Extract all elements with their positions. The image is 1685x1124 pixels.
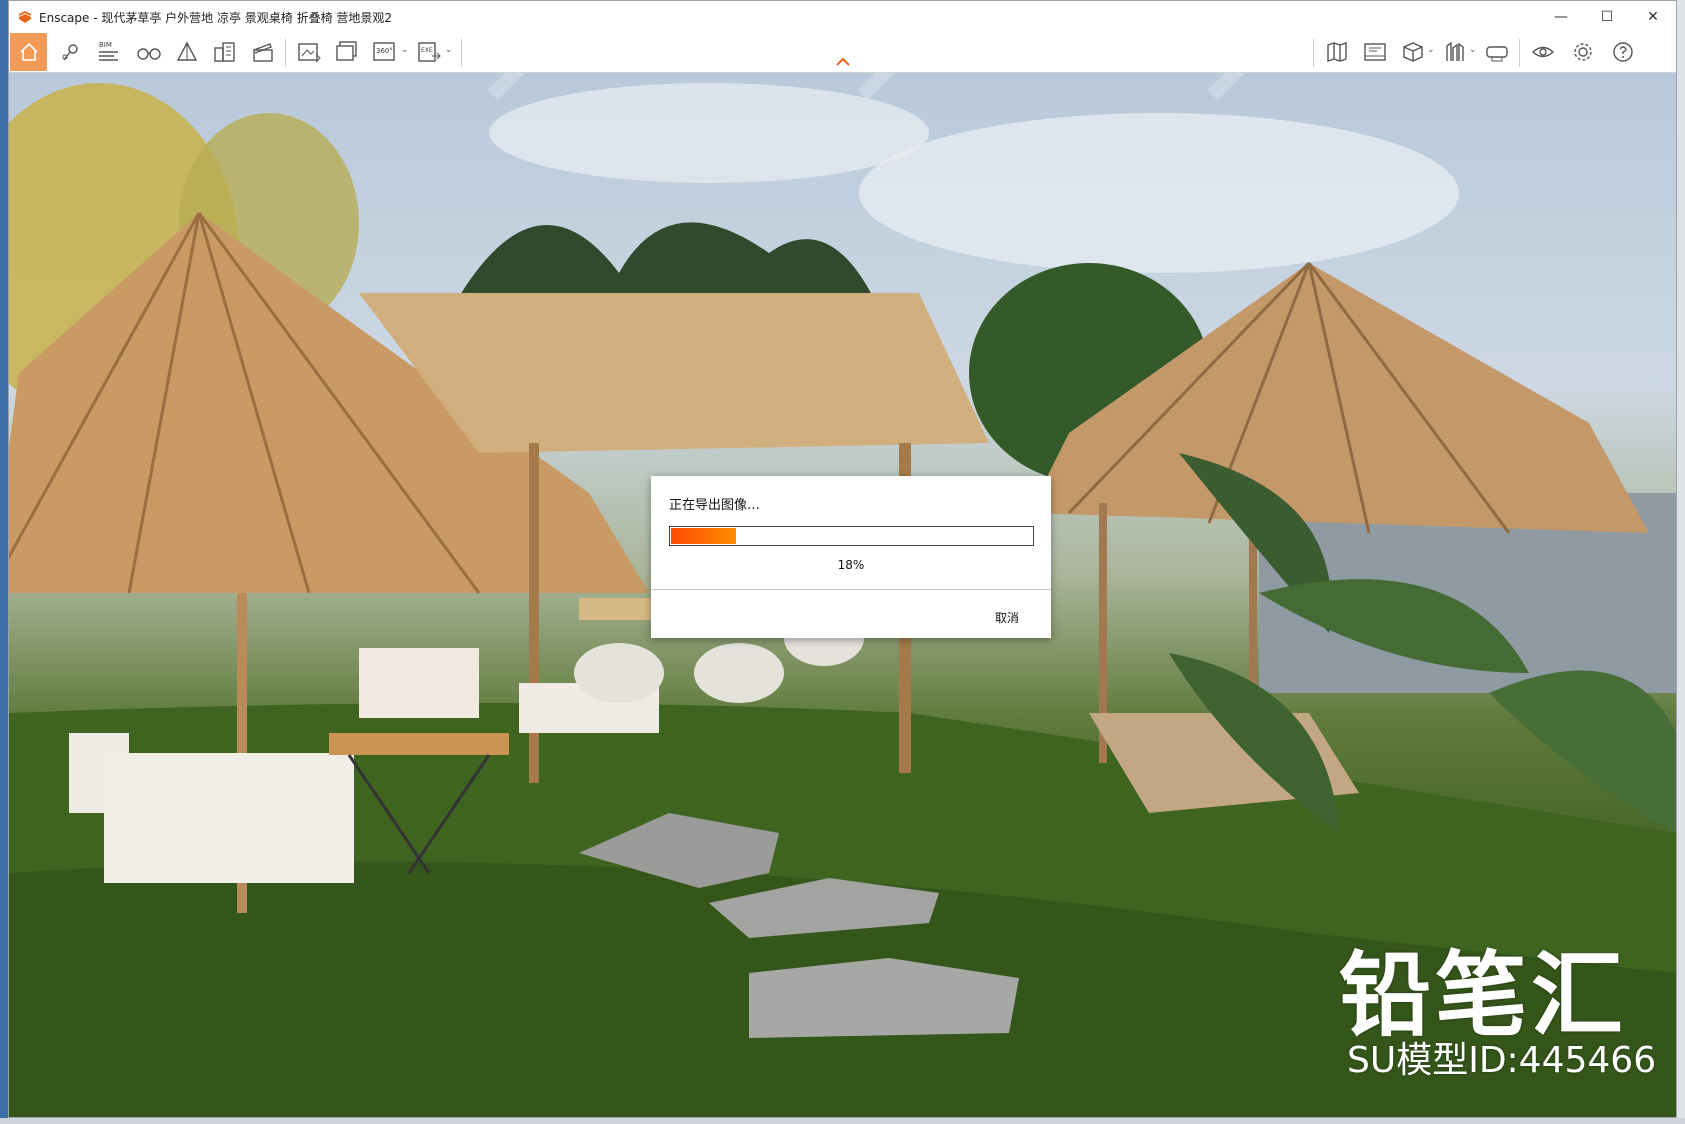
window-title: Enscape - 现代茅草亭 户外营地 凉亭 景观桌椅 折叠椅 营地景观2 (39, 10, 393, 25)
panorama-icon: 360° (373, 42, 395, 61)
settings-icon (1574, 43, 1592, 61)
export-progress-dialog: 正在导出图像… 18% 取消 (651, 476, 1051, 638)
visual-settings-button[interactable] (1525, 35, 1561, 69)
export-dropdown-chevron-icon[interactable]: ⌄ (445, 45, 453, 55)
collapse-toolbar-button[interactable] (835, 53, 851, 66)
binoculars-icon (137, 48, 161, 60)
video-editor-button[interactable] (1357, 35, 1393, 69)
binoculars-button[interactable] (131, 35, 167, 69)
bim-button[interactable]: BIM (91, 35, 127, 69)
svg-text:BIM: BIM (99, 41, 112, 49)
chevron-up-icon (836, 57, 850, 66)
location-pin-icon (62, 44, 78, 61)
asset-dropdown-chevron-icon[interactable]: ⌄ (1469, 45, 1477, 55)
batch-render-button[interactable] (329, 35, 365, 69)
clapper-icon (253, 43, 273, 62)
home-button[interactable] (10, 33, 47, 71)
screenshot-button[interactable] (291, 35, 327, 69)
perspective-button[interactable] (169, 35, 205, 69)
toolbar: BIM 360° ⌄ EXE ⌄ ⌄ ⌄ (9, 33, 1676, 73)
svg-text:EXE: EXE (421, 47, 433, 54)
asset-library-button[interactable] (1437, 35, 1473, 69)
minimize-button[interactable]: — (1538, 1, 1584, 33)
close-button[interactable]: ✕ (1630, 1, 1676, 33)
title-bar: Enscape - 现代茅草亭 户外营地 凉亭 景观桌椅 折叠椅 营地景观2 —… (9, 1, 1676, 33)
enscape-logo-icon (17, 9, 33, 25)
asset-library-icon (1446, 41, 1464, 61)
visual-settings-icon (1531, 46, 1555, 58)
panorama-button[interactable]: 360° (367, 35, 403, 69)
toolbar-separator (285, 39, 286, 67)
video-editor-icon (1364, 43, 1386, 61)
svg-text:360°: 360° (376, 47, 393, 55)
background-app-strip (0, 0, 8, 1124)
export-exe-button[interactable]: EXE (411, 35, 447, 69)
bim-icon: BIM (99, 41, 118, 61)
vr-headset-button[interactable] (1479, 35, 1515, 69)
batch-render-icon (336, 41, 357, 61)
screenshot-icon (298, 43, 321, 63)
dialog-title: 正在导出图像… (669, 498, 761, 513)
cube-icon (1403, 42, 1423, 62)
toolbar-separator (1519, 39, 1520, 67)
map-icon (1327, 42, 1347, 62)
buildings-button[interactable] (207, 35, 243, 69)
progress-bar (669, 526, 1034, 546)
clapper-button[interactable] (245, 35, 281, 69)
panorama-dropdown-chevron-icon[interactable]: ⌄ (401, 45, 409, 55)
toolbar-separator (461, 39, 462, 67)
help-icon (1613, 42, 1633, 62)
settings-button[interactable] (1565, 35, 1601, 69)
watermark-model-id: SU模型ID:445466 (1347, 1040, 1657, 1081)
enscape-window: Enscape - 现代茅草亭 户外营地 凉亭 景观桌椅 折叠椅 营地景观2 —… (8, 0, 1677, 1118)
perspective-icon (176, 41, 198, 61)
home-icon (19, 42, 38, 61)
objects-dropdown-chevron-icon[interactable]: ⌄ (1427, 45, 1435, 55)
progress-bar-fill (671, 528, 736, 544)
vr-headset-icon (1486, 46, 1508, 62)
map-button[interactable] (1319, 35, 1355, 69)
cancel-button[interactable]: 取消 (995, 609, 1019, 626)
maximize-button[interactable]: ☐ (1584, 1, 1630, 33)
export-exe-icon: EXE (418, 42, 441, 62)
objects-button[interactable] (1395, 35, 1431, 69)
location-pin-button[interactable] (53, 35, 89, 69)
help-button[interactable] (1605, 35, 1641, 69)
taskbar-edge (0, 1118, 1685, 1124)
dialog-divider (651, 589, 1051, 590)
toolbar-separator (1313, 39, 1314, 67)
progress-percent-label: 18% (837, 558, 865, 572)
buildings-icon (214, 42, 235, 62)
